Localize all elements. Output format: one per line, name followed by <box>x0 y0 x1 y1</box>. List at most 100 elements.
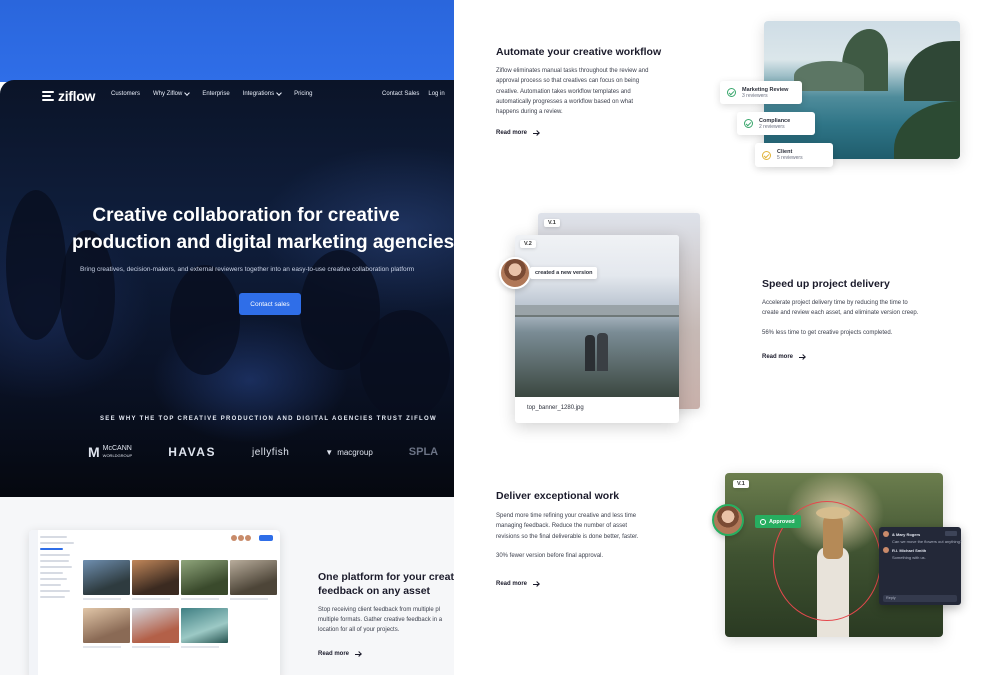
deliver-text-line: managing feedback. Reduce the number of … <box>496 523 628 530</box>
trust-heading: SEE WHY THE TOP CREATIVE PRODUCTION AND … <box>100 416 437 422</box>
arrow-right-icon <box>799 354 806 360</box>
avatar <box>883 547 889 553</box>
asset-thumbnail <box>132 560 179 606</box>
left-panel: ziflow Customers Why Ziflow Enterprise I… <box>0 0 454 675</box>
arrow-right-icon <box>533 130 540 136</box>
read-more-label: Read more <box>496 130 528 136</box>
automate-text-line: creative. Automation takes workflow temp… <box>496 88 631 95</box>
contact-sales-link[interactable]: Contact Sales <box>382 91 419 97</box>
automate-title: Automate your creative workflow <box>496 46 662 58</box>
blue-header-band <box>0 0 454 82</box>
asset-thumbnail <box>181 608 228 654</box>
comment-text: Can we move the flowers out anything? <box>892 539 963 544</box>
speed-read-more-link[interactable]: Read more <box>762 354 806 360</box>
comment-resolve-button[interactable] <box>945 531 957 536</box>
comment-author-name: R.I. Michael Smith <box>892 547 927 553</box>
nav-item-label: Integrations <box>242 91 275 97</box>
automate-text-line: approval process so that creatives can f… <box>496 78 640 85</box>
review-count: 2 reviewers <box>759 123 785 130</box>
speed-description: Accelerate project delivery time by redu… <box>762 298 918 338</box>
review-card-client: Client 5 reviewers <box>755 143 833 167</box>
user-avatar <box>499 257 531 289</box>
new-version-bubble: created a new version <box>530 267 598 279</box>
read-more-label: Read more <box>762 354 794 360</box>
arrow-right-icon <box>355 651 362 657</box>
comment-text: Something with us. <box>892 555 926 560</box>
version-2-card: V.2 top_banner_1280.jpg <box>515 235 679 423</box>
approved-badge: Approved <box>755 515 801 528</box>
version-tag: V.1 <box>544 219 560 227</box>
right-panel: Automate your creative workflow Ziflow e… <box>454 0 994 675</box>
deliver-stat: 30% fewer version before final approval. <box>496 552 604 559</box>
reply-input[interactable]: Reply <box>883 595 957 602</box>
contact-sales-button[interactable]: Contact sales <box>239 293 301 315</box>
speed-text-line: Accelerate project delivery time by redu… <box>762 300 908 306</box>
nav-item-label: Why Ziflow <box>153 91 183 97</box>
read-more-label: Read more <box>318 651 350 657</box>
reviewer-avatar <box>712 504 744 536</box>
nav-item-customers[interactable]: Customers <box>111 91 140 97</box>
speed-stat: 56% less time to get creative projects c… <box>762 329 893 336</box>
hero-section: ziflow Customers Why Ziflow Enterprise I… <box>0 80 454 497</box>
nav-item-why-ziflow[interactable]: Why Ziflow <box>153 89 191 97</box>
automate-read-more-link[interactable]: Read more <box>496 130 540 136</box>
asset-thumbnail <box>83 608 130 654</box>
version-tag: V.2 <box>520 240 536 248</box>
comment-panel: & Mary Rogers Can we move the flowers ou… <box>879 527 963 605</box>
platform-title-line-1: One platform for your creat <box>318 571 454 583</box>
automate-text-line: automatically progresses a workflow base… <box>496 98 634 105</box>
mccann-logo: M McCANN WORLDGROUP <box>88 444 132 460</box>
read-more-label: Read more <box>496 581 528 587</box>
asset-thumbnail <box>230 560 277 606</box>
nav-item-enterprise[interactable]: Enterprise <box>202 91 229 97</box>
deliver-title: Deliver exceptional work <box>496 490 620 502</box>
mccann-mark: M <box>88 444 100 460</box>
check-circle-icon <box>744 119 753 128</box>
platform-text-line: Stop receiving client feedback from mult… <box>318 607 441 613</box>
hero-title-line-2: production and digital marketing agencie… <box>72 232 454 253</box>
platform-read-more-link[interactable]: Read more <box>318 651 362 657</box>
platform-title-line-2: feedback on any asset <box>318 585 431 597</box>
deliver-description: Spend more time refining your creative a… <box>496 511 638 561</box>
pending-circle-icon <box>762 150 771 160</box>
file-name: top_banner_1280.jpg <box>527 405 584 411</box>
login-link[interactable]: Log in <box>428 91 444 97</box>
automate-text-line: Ziflow eliminates manual tasks throughou… <box>496 68 649 74</box>
hero-title: Creative collaboration for creative prod… <box>60 202 454 256</box>
top-navigation: ziflow Customers Why Ziflow Enterprise I… <box>0 80 454 110</box>
chevron-down-icon <box>184 89 191 96</box>
macgroup-icon: ▼ <box>325 447 334 457</box>
deliver-read-more-link[interactable]: Read more <box>496 581 540 587</box>
platform-app-screenshot <box>29 530 280 675</box>
client-logos: M McCANN WORLDGROUP HAVAS jellyfish ▼ macg… <box>88 444 454 460</box>
check-circle-icon <box>727 88 736 97</box>
nav-right-actions: Contact Sales Log in <box>382 91 454 97</box>
macgroup-logo: ▼ macgroup <box>325 448 373 457</box>
hero-subtitle: Bring creatives, decision-makers, and ex… <box>80 266 415 273</box>
platform-text-line: multiple formats. Gather creative feedba… <box>318 617 443 623</box>
ziflow-logo[interactable]: ziflow <box>42 88 95 104</box>
version-tag: V.1 <box>733 480 749 488</box>
asset-thumbnail <box>83 560 130 606</box>
macgroup-text: macgroup <box>337 447 373 457</box>
approved-label: Approved <box>769 518 795 525</box>
app-avatars <box>231 535 251 541</box>
speed-title: Speed up project delivery <box>762 278 890 290</box>
review-card-compliance: Compliance 2 reviewers <box>737 112 815 135</box>
nav-menu: Customers Why Ziflow Enterprise Integrat… <box>111 89 325 97</box>
platform-title: One platform for your creat feedback on … <box>318 570 454 598</box>
automate-description: Ziflow eliminates manual tasks throughou… <box>496 66 648 117</box>
review-count: 3 reviewers <box>742 92 768 99</box>
speed-text-line: create and review each asset, and elimin… <box>762 310 919 317</box>
hero-title-line-1: Creative collaboration for creative <box>92 205 400 226</box>
review-name: Marketing Review <box>742 86 789 93</box>
deliver-text-line: Spend more time refining your creative a… <box>496 513 637 519</box>
app-share-button <box>259 535 273 541</box>
ziflow-logo-icon <box>42 90 54 102</box>
bridge-photo <box>515 235 679 397</box>
jellyfish-logo: jellyfish <box>251 446 290 458</box>
nav-item-integrations[interactable]: Integrations <box>242 89 282 97</box>
logo-text: ziflow <box>58 88 96 104</box>
avatar <box>883 531 889 537</box>
nav-item-pricing[interactable]: Pricing <box>294 91 312 97</box>
